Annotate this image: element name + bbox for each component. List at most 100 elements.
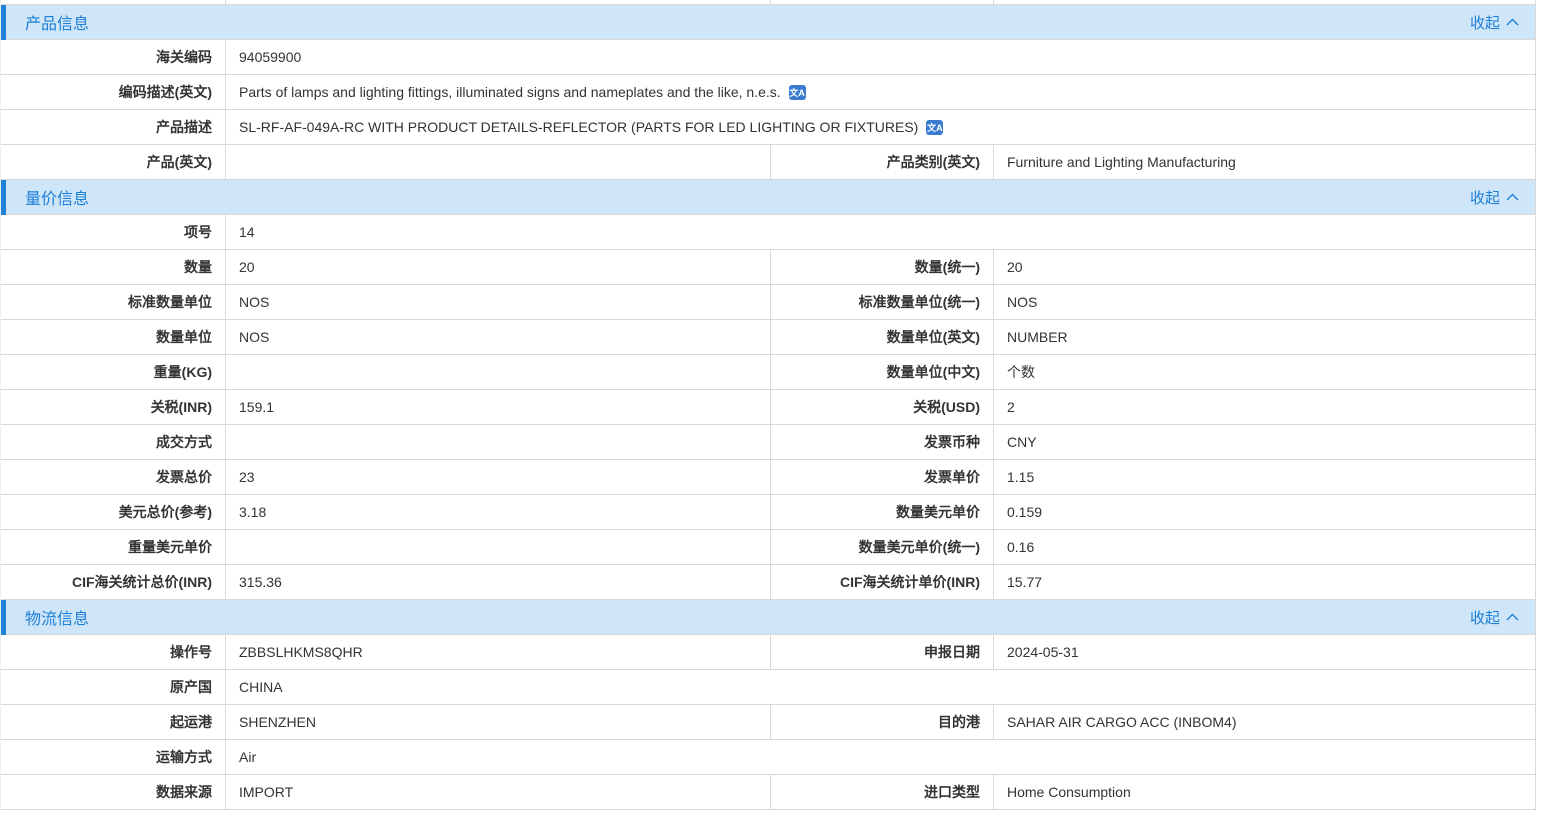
table-row: 发票总价23发票单价1.15 — [1, 460, 1535, 495]
field-value-text: 3.18 — [239, 504, 266, 520]
field-label: 数量单位(英文) — [771, 320, 994, 354]
sliver-cell — [771, 0, 994, 4]
field-value-text: NOS — [239, 329, 269, 345]
field-label: 重量美元单价 — [1, 530, 226, 564]
field-label: 海关编码 — [1, 40, 226, 74]
section-title: 产品信息 — [25, 10, 89, 34]
chevron-up-icon — [1506, 613, 1519, 621]
field-value: 159.1 — [226, 390, 771, 424]
table-row: 产品(英文)产品类别(英文)Furniture and Lighting Man… — [1, 145, 1535, 180]
collapse-button[interactable]: 收起 — [1470, 12, 1519, 33]
field-label: 重量(KG) — [1, 355, 226, 389]
table-row: 标准数量单位NOS标准数量单位(统一)NOS — [1, 285, 1535, 320]
field-label: 进口类型 — [771, 775, 994, 809]
field-label: 运输方式 — [1, 740, 226, 774]
section-header-product-info: 产品信息 收起 — [1, 5, 1535, 40]
section-header-quantity-price-info: 量价信息 收起 — [1, 180, 1535, 215]
table-row: 成交方式发票币种CNY — [1, 425, 1535, 460]
section-title: 物流信息 — [25, 605, 89, 629]
field-value-text: SHENZHEN — [239, 714, 316, 730]
field-value: Home Consumption — [994, 775, 1535, 809]
field-label: 产品描述 — [1, 110, 226, 144]
field-value: 3.18 — [226, 495, 771, 529]
customs-record-detail-page: 产品信息 收起 海关编码94059900编码描述(英文) Parts of lam… — [0, 0, 1536, 810]
field-value-text: CHINA — [239, 679, 283, 695]
field-value: 0.159 — [994, 495, 1535, 529]
field-value: 个数 — [994, 355, 1535, 389]
field-value: IMPORT — [226, 775, 771, 809]
table-row: 操作号ZBBSLHKMS8QHR申报日期2024-05-31 — [1, 635, 1535, 670]
field-label: 产品类别(英文) — [771, 145, 994, 179]
section-accent-bar — [1, 600, 6, 635]
collapse-button[interactable]: 收起 — [1470, 607, 1519, 628]
field-label: 操作号 — [1, 635, 226, 669]
field-value: NOS — [994, 285, 1535, 319]
field-label: 发票总价 — [1, 460, 226, 494]
field-label: 申报日期 — [771, 635, 994, 669]
field-value — [226, 145, 771, 179]
field-value — [226, 530, 771, 564]
sliver-cell — [994, 0, 1535, 4]
section-quantity-price-info: 量价信息 收起 项号14数量20数量(统一)20标准数量单位NOS标准数量单位(… — [1, 180, 1535, 600]
table-row: 项号14 — [1, 215, 1535, 250]
field-value-text: Air — [239, 749, 256, 765]
field-label: 标准数量单位(统一) — [771, 285, 994, 319]
field-value: CHINA — [226, 670, 1535, 704]
field-value: 0.16 — [994, 530, 1535, 564]
field-value — [226, 355, 771, 389]
field-label: 关税(USD) — [771, 390, 994, 424]
field-label: 原产国 — [1, 670, 226, 704]
field-label: 数量美元单价(统一) — [771, 530, 994, 564]
sliver-cell — [1, 0, 226, 4]
chevron-up-icon — [1506, 193, 1519, 201]
field-label: CIF海关统计总价(INR) — [1, 565, 226, 599]
field-value-text: 159.1 — [239, 399, 274, 415]
table-row: 美元总价(参考) 3.18 数量美元单价0.159 — [1, 495, 1535, 530]
section-rows: 操作号ZBBSLHKMS8QHR申报日期2024-05-31原产国CHINA起运… — [1, 635, 1535, 810]
field-value: 20 — [994, 250, 1535, 284]
translate-icon[interactable]: 文A — [789, 85, 806, 100]
field-label: 编码描述(英文) — [1, 75, 226, 109]
field-value: 20 — [226, 250, 771, 284]
field-value: Air — [226, 740, 1535, 774]
field-value: 315.36 — [226, 565, 771, 599]
field-value-text: NOS — [239, 294, 269, 310]
collapse-button[interactable]: 收起 — [1470, 187, 1519, 208]
field-value: 2 — [994, 390, 1535, 424]
section-product-info: 产品信息 收起 海关编码94059900编码描述(英文) Parts of lam… — [1, 5, 1535, 180]
field-value: ZBBSLHKMS8QHR — [226, 635, 771, 669]
field-value: 94059900 — [226, 40, 1535, 74]
field-value — [226, 425, 771, 459]
field-value-text: 14 — [239, 224, 255, 240]
field-label: 标准数量单位 — [1, 285, 226, 319]
field-value-text: 20 — [239, 259, 255, 275]
table-row: 关税(INR) 159.1 关税(USD)2 — [1, 390, 1535, 425]
field-label: 关税(INR) — [1, 390, 226, 424]
collapse-label: 收起 — [1470, 607, 1500, 628]
field-label: 数量单位 — [1, 320, 226, 354]
translate-icon[interactable]: 文A — [926, 120, 943, 135]
field-value: Furniture and Lighting Manufacturing — [994, 145, 1535, 179]
table-row: 数量20数量(统一)20 — [1, 250, 1535, 285]
field-label: 数据来源 — [1, 775, 226, 809]
field-label: 美元总价(参考) — [1, 495, 226, 529]
table-row: 重量美元单价 数量美元单价(统一)0.16 — [1, 530, 1535, 565]
collapse-label: 收起 — [1470, 187, 1500, 208]
field-value-text: Parts of lamps and lighting fittings, il… — [239, 84, 781, 100]
table-row: 重量(KG)数量单位(中文)个数 — [1, 355, 1535, 390]
field-label: CIF海关统计单价(INR) — [771, 565, 994, 599]
field-label: 成交方式 — [1, 425, 226, 459]
section-header-logistics-info: 物流信息 收起 — [1, 600, 1535, 635]
collapse-label: 收起 — [1470, 12, 1500, 33]
field-value: NUMBER — [994, 320, 1535, 354]
field-label: 数量(统一) — [771, 250, 994, 284]
field-value: NOS — [226, 285, 771, 319]
field-value: 23 — [226, 460, 771, 494]
field-value-text: IMPORT — [239, 784, 293, 800]
table-row: 数量单位 NOS 数量单位(英文)NUMBER — [1, 320, 1535, 355]
field-label: 目的港 — [771, 705, 994, 739]
field-label: 数量美元单价 — [771, 495, 994, 529]
section-logistics-info: 物流信息 收起 操作号ZBBSLHKMS8QHR申报日期2024-05-31原产… — [1, 600, 1535, 810]
table-row: 原产国 CHINA — [1, 670, 1535, 705]
field-value-text: SL-RF-AF-049A-RC WITH PRODUCT DETAILS-RE… — [239, 119, 918, 135]
